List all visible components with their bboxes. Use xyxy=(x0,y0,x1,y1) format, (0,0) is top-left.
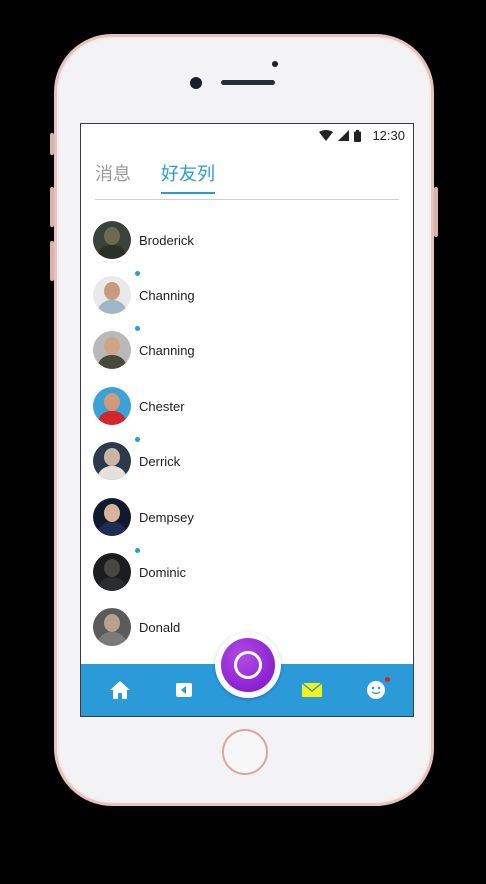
friend-item[interactable]: Derrick xyxy=(93,437,393,481)
tab-divider xyxy=(95,199,399,200)
avatar xyxy=(93,221,131,259)
status-time: 12:30 xyxy=(372,128,405,143)
nav-home[interactable] xyxy=(108,678,132,702)
earpiece-speaker xyxy=(221,80,275,85)
nav-profile[interactable] xyxy=(364,677,390,702)
record-button-fill xyxy=(221,638,275,692)
friend-name: Chester xyxy=(139,398,185,414)
wifi-icon xyxy=(319,130,334,141)
home-hardware-button[interactable] xyxy=(222,729,268,775)
nav-mail[interactable] xyxy=(300,678,324,702)
friend-item[interactable]: Dempsey xyxy=(93,497,393,537)
friend-item[interactable]: Dominic xyxy=(93,548,393,592)
online-indicator xyxy=(135,437,140,442)
friend-item[interactable]: Broderick xyxy=(93,220,393,260)
friend-name: Dempsey xyxy=(139,509,194,525)
volume-up-button xyxy=(50,187,54,227)
friend-name: Dominic xyxy=(139,564,186,580)
avatar xyxy=(93,553,131,591)
friend-item[interactable]: Channing xyxy=(93,326,393,370)
friend-name: Channing xyxy=(139,342,195,358)
record-button[interactable] xyxy=(215,632,281,698)
avatar xyxy=(93,387,131,425)
tab-friends[interactable]: 好友列 xyxy=(161,160,215,194)
avatar xyxy=(93,442,131,480)
tab-messages[interactable]: 消息 xyxy=(95,160,131,194)
front-sensor xyxy=(272,61,278,67)
mail-icon xyxy=(302,683,322,697)
back-icon xyxy=(176,683,192,697)
avatar xyxy=(93,331,131,369)
mute-switch xyxy=(50,133,54,155)
friend-item[interactable]: Channing xyxy=(93,271,393,315)
cellular-signal-icon xyxy=(338,130,350,141)
front-camera xyxy=(190,77,202,89)
smiley-icon xyxy=(367,681,385,699)
phone-frame: 12:30 消息 好友列 Broderick Channing Channing… xyxy=(50,34,438,806)
avatar xyxy=(93,498,131,536)
friend-name: Derrick xyxy=(139,453,181,469)
power-button xyxy=(434,187,438,237)
online-indicator xyxy=(135,326,140,331)
volume-down-button xyxy=(50,241,54,281)
friend-name: Donald xyxy=(139,619,181,635)
friend-item[interactable]: Chester xyxy=(93,386,393,426)
nav-back[interactable] xyxy=(172,678,196,702)
notification-badge xyxy=(385,677,390,682)
tab-bar: 消息 好友列 xyxy=(95,160,215,194)
record-circle-icon xyxy=(234,651,262,679)
app-screen: 12:30 消息 好友列 Broderick Channing Channing… xyxy=(80,123,414,717)
friend-name: Broderick xyxy=(139,232,194,248)
avatar xyxy=(93,608,131,646)
battery-icon xyxy=(354,129,362,142)
status-bar: 12:30 xyxy=(81,124,413,148)
avatar xyxy=(93,276,131,314)
online-indicator xyxy=(135,548,140,553)
home-icon xyxy=(110,681,130,699)
friend-name: Channing xyxy=(139,287,195,303)
online-indicator xyxy=(135,271,140,276)
